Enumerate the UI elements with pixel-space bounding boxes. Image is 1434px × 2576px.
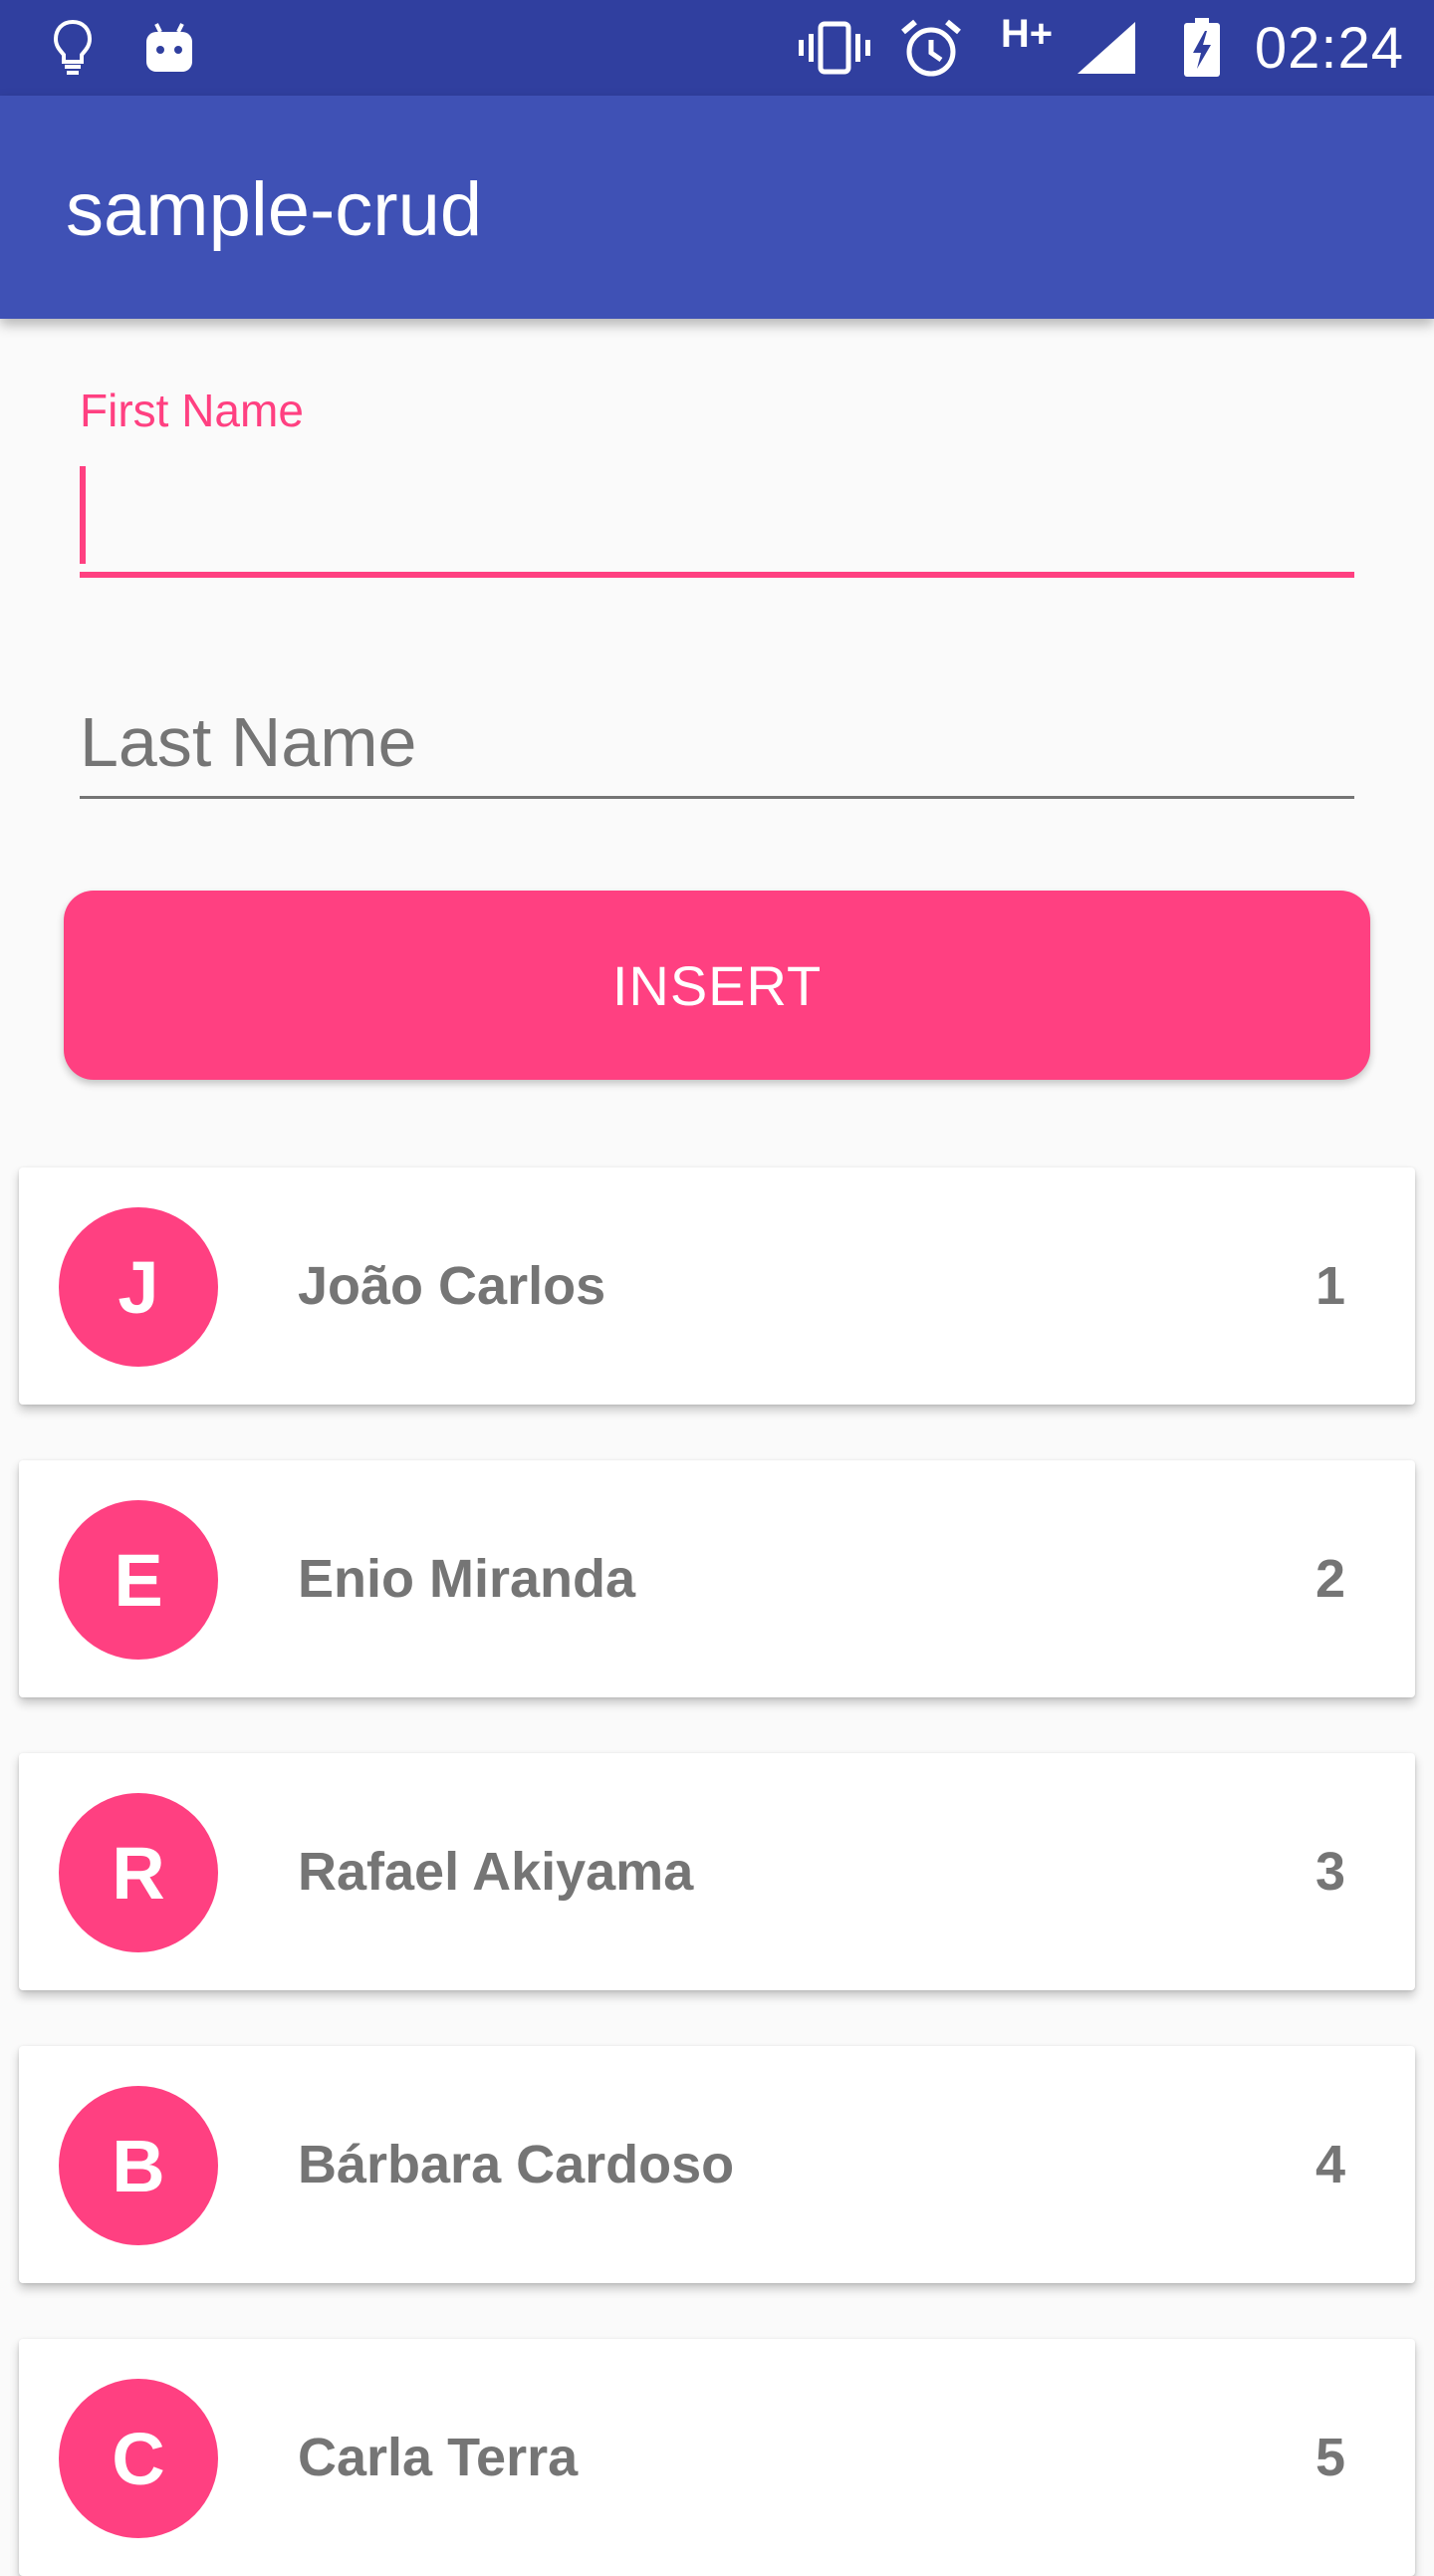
person-name: Enio Miranda [298, 1549, 636, 1609]
list-item[interactable]: R Rafael Akiyama 3 [19, 1753, 1415, 1990]
avatar: R [59, 1793, 218, 1952]
first-name-input[interactable] [80, 458, 1354, 578]
list-item[interactable]: B Bárbara Cardoso 4 [19, 2046, 1415, 2283]
person-name: Carla Terra [298, 2428, 579, 2487]
network-type-label: H+ [1000, 11, 1054, 56]
app-title: sample-crud [66, 167, 483, 252]
person-name: João Carlos [298, 1256, 606, 1316]
avatar: C [59, 2379, 218, 2538]
list-item[interactable]: C Carla Terra 5 [19, 2339, 1415, 2576]
signal-icon [1074, 0, 1139, 96]
person-id: 5 [1314, 2428, 1345, 2487]
person-name: Bárbara Cardoso [298, 2135, 735, 2194]
avatar: J [59, 1207, 218, 1367]
insert-button[interactable]: INSERT [64, 891, 1370, 1080]
first-name-label: First Name [80, 385, 304, 436]
list-item[interactable]: J João Carlos 1 [19, 1167, 1415, 1405]
alarm-icon [896, 0, 966, 96]
avatar: E [59, 1500, 218, 1660]
text-cursor [80, 466, 86, 564]
person-id: 1 [1314, 1256, 1345, 1316]
list-item[interactable]: E Enio Miranda 2 [19, 1460, 1415, 1697]
person-id: 3 [1314, 1842, 1345, 1902]
person-id: 4 [1314, 2135, 1345, 2194]
app-bar: sample-crud [0, 96, 1434, 319]
avatar: B [59, 2086, 218, 2245]
person-id: 2 [1314, 1549, 1345, 1609]
vibrate-icon [797, 0, 872, 96]
last-name-input[interactable] [80, 687, 1354, 799]
status-clock: 02:24 [1254, 15, 1404, 81]
status-bar: H+ 02:24 [0, 0, 1434, 96]
lightbulb-icon [48, 0, 98, 96]
person-name: Rafael Akiyama [298, 1842, 694, 1902]
battery-charging-icon [1177, 0, 1227, 96]
android-icon [139, 0, 199, 96]
